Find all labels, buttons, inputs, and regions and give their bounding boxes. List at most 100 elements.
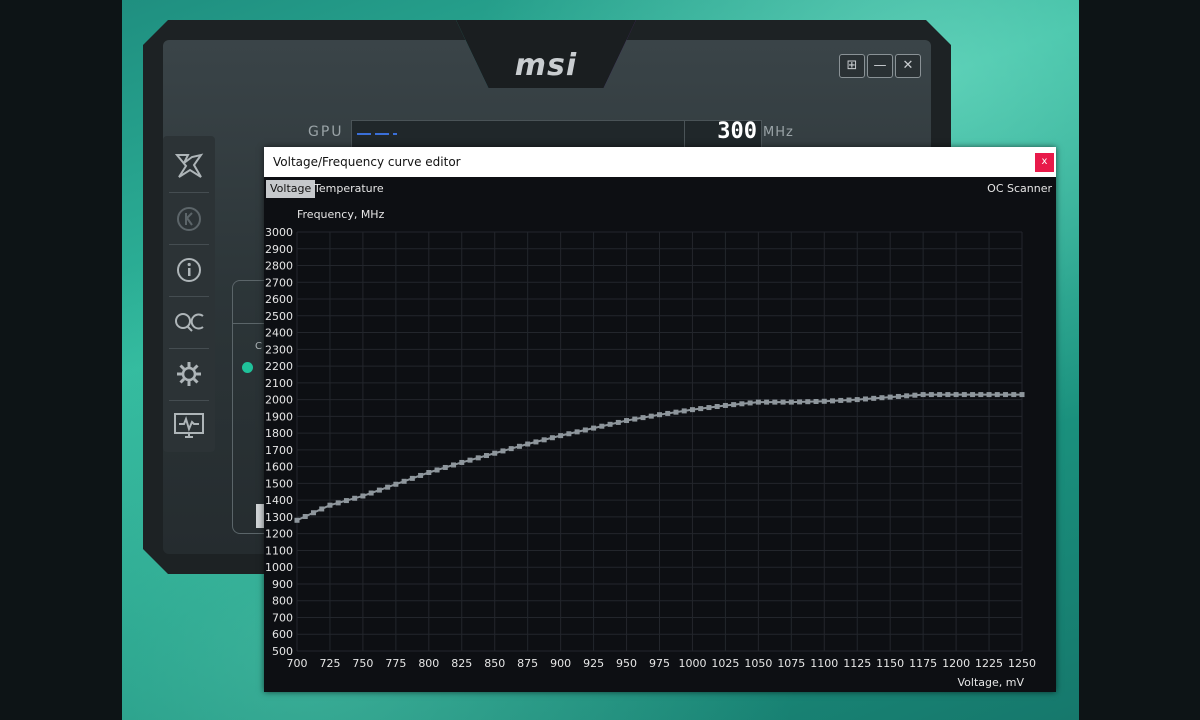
- x-tick-label: 700: [287, 657, 308, 670]
- curve-point-handle: [706, 405, 712, 411]
- curve-point-handle: [516, 443, 522, 449]
- x-tick-label: 1125: [843, 657, 871, 670]
- y-tick-label: 1100: [265, 544, 293, 557]
- windows-icon[interactable]: ⊞: [839, 54, 865, 78]
- x-tick-label: 1000: [678, 657, 706, 670]
- x-axis-ticks: 700 725 750 775 800 825 850 875 900 925 950 975 1000…: [287, 657, 1037, 670]
- curve-point-handle: [1003, 392, 1009, 398]
- y-tick-label: 2300: [265, 343, 293, 356]
- curve-point-handle: [483, 453, 489, 459]
- curve-point-handle: [920, 392, 926, 398]
- curve-point-handle: [467, 457, 473, 463]
- curve-point-handle: [953, 392, 959, 398]
- x-tick-label: 925: [583, 657, 604, 670]
- oc-scanner-icon[interactable]: [171, 304, 207, 340]
- curve-point-handle: [459, 459, 465, 465]
- x-tick-label: 900: [550, 657, 571, 670]
- curve-point-handle: [681, 408, 687, 414]
- curve-point-handle: [714, 404, 720, 410]
- y-tick-label: 900: [272, 578, 293, 591]
- oc-scanner-button[interactable]: OC Scanner: [987, 180, 1052, 198]
- curve-point-handle: [821, 398, 827, 404]
- curve-point-handle: [434, 467, 440, 473]
- kombustor-icon[interactable]: [171, 148, 207, 184]
- x-tick-label: 1250: [1008, 657, 1036, 670]
- y-tick-label: 1000: [265, 561, 293, 574]
- gpu-clock-value: 300: [717, 119, 757, 144]
- curve-point-handle: [591, 425, 597, 431]
- curve-point-handle: [994, 392, 1000, 398]
- curve-point-handle: [566, 431, 572, 437]
- x-tick-label: 1175: [909, 657, 937, 670]
- curve-point-handle: [492, 450, 498, 456]
- vf-curve-editor-window: Voltage/Frequency curve editor x Voltage…: [264, 147, 1056, 692]
- curve-point-handle: [673, 409, 679, 415]
- info-icon[interactable]: [171, 252, 207, 288]
- vf-curve-chart[interactable]: Frequency, MHz Voltage, mV 3000 2900 2800 2…: [264, 199, 1056, 692]
- curve-point-handle: [582, 427, 588, 433]
- tab-voltage[interactable]: Voltage: [266, 180, 316, 198]
- sidebar-divider: [169, 192, 209, 193]
- sidebar-divider: [169, 400, 209, 401]
- curve-point-handle: [854, 397, 860, 403]
- curve-point-handle: [451, 462, 457, 468]
- y-tick-label: 2200: [265, 360, 293, 373]
- y-tick-label: 3000: [265, 226, 293, 239]
- y-tick-label: 2000: [265, 394, 293, 407]
- curve-point-handle: [698, 406, 704, 412]
- sidebar-divider: [169, 244, 209, 245]
- x-tick-label: 1100: [810, 657, 838, 670]
- curve-point-handle: [393, 481, 399, 487]
- tab-temperature[interactable]: Temperature: [310, 180, 388, 198]
- curve-point-handle: [895, 393, 901, 399]
- curve-point-handle: [780, 399, 786, 405]
- x-tick-label: 1200: [942, 657, 970, 670]
- sidebar-divider: [169, 296, 209, 297]
- curve-point-handle: [376, 487, 382, 493]
- curve-point-handle: [978, 392, 984, 398]
- curve-point-handle: [632, 416, 638, 422]
- curve-point-handle: [764, 399, 770, 405]
- curve-point-handle: [500, 448, 506, 454]
- minimize-button[interactable]: —: [867, 54, 893, 78]
- curve-point-handle: [657, 412, 662, 418]
- curve-point-handle: [887, 394, 893, 400]
- x-tick-label: 1075: [777, 657, 805, 670]
- vf-titlebar: Voltage/Frequency curve editor x: [264, 147, 1056, 177]
- curve-point-handle: [805, 399, 811, 405]
- curve-point-handle: [722, 402, 728, 408]
- curve-point-handle: [986, 392, 992, 398]
- curve-point-handle: [335, 500, 341, 506]
- msi-logo: msi: [514, 48, 578, 83]
- curve-point-handle: [607, 421, 613, 427]
- status-indicator: [242, 362, 253, 373]
- curve-point-handle: [928, 392, 934, 398]
- gpu-clock-bar-fill: [357, 133, 397, 135]
- curve-point-handle: [599, 423, 605, 429]
- y-tick-label: 1200: [265, 528, 293, 541]
- settings-gear-icon[interactable]: [171, 356, 207, 392]
- curve-point-handle: [401, 478, 407, 484]
- curve-point-handle: [343, 498, 349, 504]
- k-boost-icon[interactable]: [171, 201, 207, 237]
- x-tick-label: 725: [319, 657, 340, 670]
- x-tick-label: 1150: [876, 657, 904, 670]
- y-tick-label: 2700: [265, 276, 293, 289]
- x-tick-label: 800: [418, 657, 439, 670]
- curve-point-handle: [747, 400, 753, 406]
- vf-window-title: Voltage/Frequency curve editor: [273, 155, 461, 169]
- curve-point-handle: [574, 429, 580, 435]
- hardware-monitor-icon[interactable]: [171, 408, 207, 444]
- y-tick-label: 2600: [265, 293, 293, 306]
- close-button[interactable]: ✕: [895, 54, 921, 78]
- x-tick-label: 1225: [975, 657, 1003, 670]
- curve-point-handle: [945, 392, 951, 398]
- curve-point-handle: [797, 399, 803, 405]
- curve-point-handle: [418, 472, 424, 478]
- curve-point-handle: [442, 464, 448, 470]
- vf-close-button[interactable]: x: [1035, 153, 1054, 172]
- x-tick-label: 975: [649, 657, 670, 670]
- y-tick-label: 1500: [265, 477, 293, 490]
- curve-point-handle: [970, 392, 976, 398]
- curve-point-handle: [813, 398, 819, 404]
